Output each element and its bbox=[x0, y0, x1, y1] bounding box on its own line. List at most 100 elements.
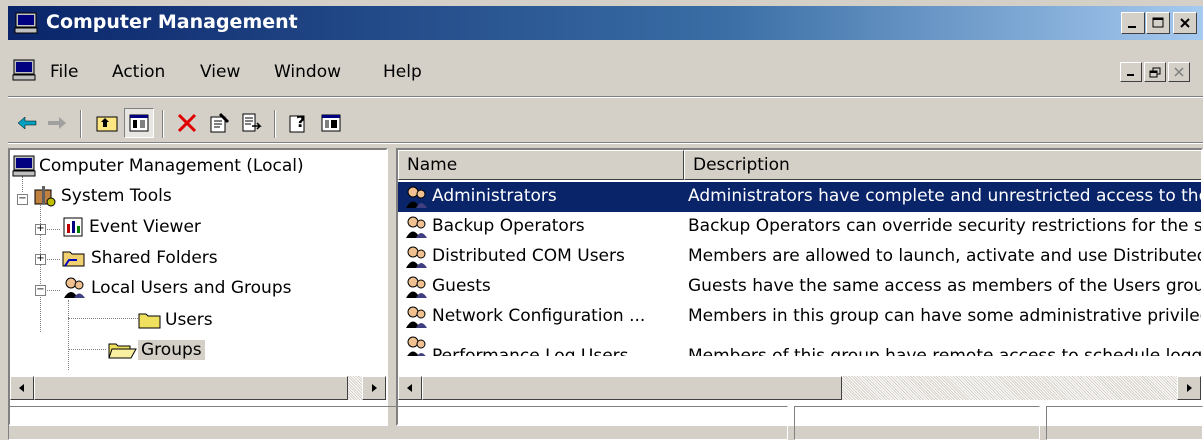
list-row-network-configuration[interactable]: Network Configuration ... Members in thi… bbox=[398, 302, 1203, 332]
tree-horizontal-scrollbar[interactable] bbox=[10, 376, 386, 400]
show-hide-action-pane-icon bbox=[321, 114, 341, 132]
expand-toggle[interactable]: + bbox=[35, 254, 46, 265]
show-hide-console-tree-icon bbox=[129, 114, 149, 132]
menu-action[interactable]: Action bbox=[112, 62, 165, 82]
toolbar-pane-separator bbox=[8, 142, 1203, 144]
tree-item-label: Computer Management (Local) bbox=[39, 156, 304, 176]
scroll-right-button[interactable] bbox=[1177, 376, 1201, 400]
tree-item-groups[interactable]: Groups bbox=[108, 336, 205, 364]
tree-item-label: Groups bbox=[138, 340, 205, 360]
tree-item-label: Event Viewer bbox=[89, 217, 201, 237]
list-row-performance-log-users[interactable]: Performance Log Users Members of this gr… bbox=[398, 332, 1203, 356]
menu-view[interactable]: View bbox=[200, 62, 240, 82]
delete-button[interactable] bbox=[172, 108, 202, 138]
collapse-toggle[interactable]: − bbox=[17, 194, 28, 205]
tree-item-event-viewer[interactable]: Event Viewer bbox=[62, 213, 204, 241]
column-header-name[interactable]: Name bbox=[398, 150, 684, 180]
event-viewer-icon bbox=[63, 217, 83, 237]
list-row-administrators[interactable]: Administrators Administrators have compl… bbox=[398, 182, 1201, 212]
group-description: Members of this group have remote access… bbox=[688, 346, 1203, 356]
show-hide-action-pane-button[interactable] bbox=[316, 108, 346, 138]
arrow-left-icon bbox=[19, 384, 24, 392]
restore-icon bbox=[1149, 67, 1161, 77]
svg-text:?: ? bbox=[296, 112, 305, 131]
group-name: Backup Operators bbox=[432, 216, 585, 236]
tree-item-label: Local Users and Groups bbox=[91, 278, 292, 298]
minimize-icon bbox=[1128, 26, 1136, 28]
list-horizontal-scrollbar[interactable] bbox=[398, 376, 1201, 400]
forward-icon bbox=[48, 117, 66, 129]
back-button[interactable] bbox=[12, 108, 42, 138]
mdi-restore-button[interactable] bbox=[1144, 62, 1166, 82]
menu-window[interactable]: Window bbox=[274, 62, 341, 82]
collapse-toggle[interactable]: − bbox=[35, 285, 46, 296]
list-row-guests[interactable]: Guests Guests have the same access as me… bbox=[398, 272, 1201, 302]
menu-file[interactable]: File bbox=[50, 62, 78, 82]
back-icon bbox=[17, 116, 37, 130]
group-description: Members in this group can have some admi… bbox=[688, 306, 1203, 326]
help-button[interactable]: ? bbox=[284, 108, 314, 138]
mdi-minimize-button[interactable] bbox=[1120, 62, 1142, 82]
menu-bar: File Action View Window Help bbox=[8, 52, 1203, 92]
group-icon bbox=[406, 216, 427, 238]
group-name: Network Configuration ... bbox=[432, 306, 646, 326]
tree-item-label: Users bbox=[165, 310, 213, 330]
column-header-description[interactable]: Description bbox=[684, 150, 1201, 180]
details-list[interactable]: Name Description Administrators Administ… bbox=[396, 148, 1203, 426]
tree-item-computer-management[interactable]: Computer Management (Local) bbox=[12, 152, 307, 180]
group-name: Guests bbox=[432, 276, 491, 296]
up-one-level-button[interactable] bbox=[92, 108, 122, 138]
group-description: Backup Operators can override security r… bbox=[688, 216, 1203, 236]
expand-toggle[interactable]: + bbox=[35, 224, 46, 235]
toolbar-separator bbox=[80, 110, 82, 138]
folder-icon bbox=[138, 313, 161, 329]
close-button[interactable] bbox=[1173, 12, 1197, 34]
toolbar-separator bbox=[162, 110, 164, 138]
console-tree[interactable]: Computer Management (Local) − System Too… bbox=[8, 148, 388, 426]
status-pane-main bbox=[8, 406, 788, 440]
tree-item-system-tools[interactable]: System Tools bbox=[32, 182, 175, 210]
export-list-button[interactable] bbox=[236, 108, 266, 138]
export-list-icon bbox=[242, 113, 262, 132]
show-hide-console-tree-button[interactable] bbox=[124, 108, 154, 138]
tree-item-local-users-and-groups[interactable]: Local Users and Groups bbox=[62, 274, 294, 302]
toolbar-separator bbox=[274, 110, 276, 138]
tree-item-shared-folders[interactable]: Shared Folders bbox=[62, 244, 221, 272]
maximize-button[interactable] bbox=[1146, 12, 1170, 34]
properties-button[interactable] bbox=[204, 108, 234, 138]
menu-toolbar-separator bbox=[8, 96, 1203, 98]
mmc-document-icon[interactable] bbox=[12, 59, 36, 81]
properties-icon bbox=[210, 112, 230, 133]
minimize-icon bbox=[1127, 74, 1134, 76]
group-icon bbox=[406, 186, 427, 208]
close-icon bbox=[1180, 18, 1190, 28]
arrow-right-icon bbox=[372, 384, 377, 392]
minimize-button[interactable] bbox=[1121, 12, 1145, 34]
title-bar[interactable]: Computer Management bbox=[8, 6, 1203, 40]
group-icon bbox=[407, 336, 426, 356]
menu-help[interactable]: Help bbox=[383, 62, 422, 82]
scroll-left-button[interactable] bbox=[398, 376, 422, 400]
mdi-close-button[interactable] bbox=[1168, 62, 1190, 82]
scroll-thumb[interactable] bbox=[422, 376, 842, 400]
window-title: Computer Management bbox=[46, 11, 298, 33]
up-one-level-icon bbox=[96, 116, 118, 132]
open-folder-icon bbox=[108, 343, 137, 359]
group-name: Administrators bbox=[432, 186, 557, 206]
group-description: Members are allowed to launch, activate … bbox=[688, 246, 1203, 266]
group-description: Guests have the same access as members o… bbox=[688, 276, 1201, 296]
arrow-right-icon bbox=[1187, 384, 1192, 392]
shared-folder-icon bbox=[62, 251, 85, 267]
list-row-backup-operators[interactable]: Backup Operators Backup Operators can ov… bbox=[398, 212, 1203, 242]
tree-item-users[interactable]: Users bbox=[138, 306, 216, 334]
computer-management-icon bbox=[14, 12, 38, 34]
scroll-thumb[interactable] bbox=[34, 376, 348, 400]
status-pane-2 bbox=[794, 406, 1040, 440]
group-icon bbox=[406, 246, 427, 268]
close-icon bbox=[1174, 67, 1184, 77]
forward-button[interactable] bbox=[42, 108, 72, 138]
scroll-left-button[interactable] bbox=[10, 376, 34, 400]
list-row-distributed-com-users[interactable]: Distributed COM Users Members are allowe… bbox=[398, 242, 1203, 272]
group-description: Administrators have complete and unrestr… bbox=[688, 186, 1201, 206]
scroll-right-button[interactable] bbox=[362, 376, 386, 400]
